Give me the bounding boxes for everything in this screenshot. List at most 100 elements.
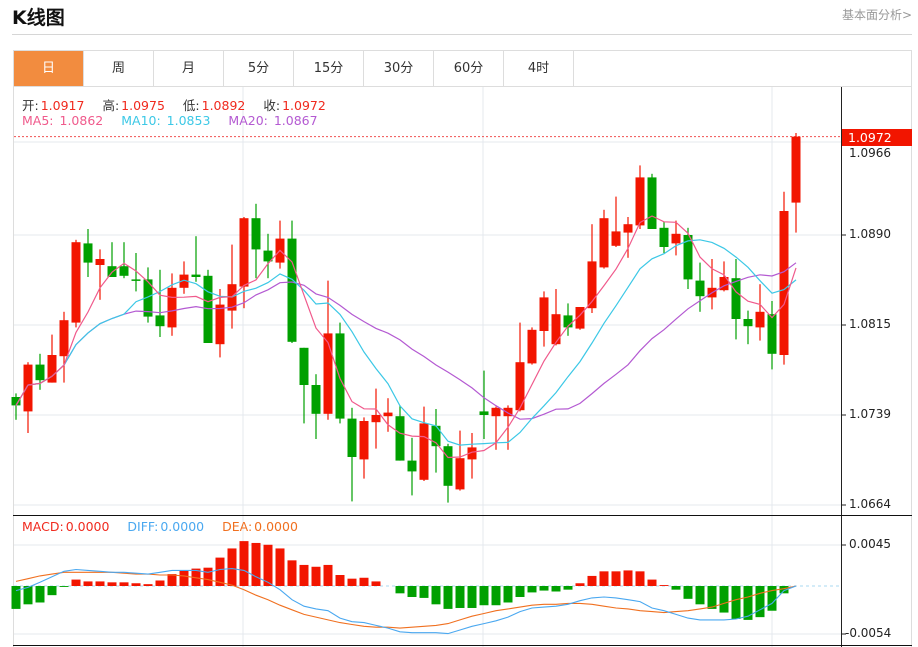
macd-bar: [503, 586, 513, 603]
price-axis-label: 1.0966: [849, 146, 891, 160]
macd-axis-label: -0.0054: [845, 626, 892, 640]
macd-bar: [167, 574, 177, 586]
candle-down: [335, 333, 345, 419]
close-value: 1.0972: [282, 98, 326, 113]
macd-bar: [95, 581, 105, 586]
current-price-tag: 1.0972: [842, 129, 912, 146]
open-label: 开:: [22, 98, 39, 113]
candle-up: [71, 242, 81, 323]
macd-bar: [527, 586, 537, 593]
macd-bar: [287, 560, 297, 586]
candle-up: [419, 423, 429, 480]
candle-down: [131, 279, 141, 281]
candle-down: [731, 278, 741, 319]
candle-up: [599, 218, 609, 268]
macd-bar: [359, 577, 369, 586]
candle-up: [59, 320, 69, 357]
macd-label: MACD:: [22, 519, 64, 534]
ma-info: MA5: 1.0862 MA10: 1.0853 MA20: 1.0867: [22, 113, 320, 128]
candle-up: [779, 211, 789, 355]
macd-bar: [479, 586, 489, 606]
macd-bar: [407, 586, 417, 597]
macd-bar: [203, 567, 213, 586]
macd-bar: [443, 586, 453, 609]
macd-bar: [263, 544, 273, 586]
candle-down: [647, 177, 657, 229]
candle-down: [155, 315, 165, 327]
macd-bar: [71, 579, 81, 586]
macd-bar: [587, 575, 597, 586]
candle-up: [239, 218, 249, 287]
candle-down: [443, 446, 453, 486]
dea-line: [15, 571, 797, 629]
candle-down: [743, 319, 753, 327]
low-label: 低:: [182, 98, 200, 113]
candle-up: [551, 314, 561, 345]
candle-down: [347, 418, 357, 457]
macd-bar: [83, 581, 93, 586]
macd-bar: [671, 586, 681, 590]
macd-bar: [647, 579, 657, 586]
candle-up: [455, 458, 465, 490]
close-label: 收:: [263, 98, 281, 113]
price-axis-label: 1.0815: [849, 317, 891, 331]
price-axis-label: 1.0890: [849, 227, 891, 241]
ma5-value: 1.0862: [59, 113, 104, 128]
candle-down: [119, 266, 129, 276]
macd-bar: [467, 586, 477, 608]
macd-bar: [59, 586, 69, 587]
high-label: 高:: [102, 98, 120, 113]
candle-up: [623, 224, 633, 233]
macd-bar: [575, 583, 585, 586]
macd-bar: [371, 581, 381, 586]
ohlc-info: 开: 1.0917 高: 1.0975 低: 1.0892 收: 1.0972: [22, 95, 328, 114]
macd-bar: [755, 586, 765, 618]
macd-bar: [719, 586, 729, 613]
candle-down: [299, 347, 309, 385]
macd-bar: [635, 571, 645, 586]
candle-up: [635, 177, 645, 226]
macd-bar: [623, 570, 633, 586]
ma5-label: MA5:: [22, 113, 54, 128]
macd-bar: [227, 548, 237, 586]
diff-value: 0.0000: [160, 519, 205, 534]
macd-bar: [539, 586, 549, 591]
candle-up: [359, 421, 369, 460]
macd-bar: [275, 548, 285, 586]
candle-down: [395, 416, 405, 461]
price-axis-label: 1.0664: [849, 497, 891, 511]
ma10-line: [15, 239, 797, 446]
macd-bar: [179, 570, 189, 586]
macd-bar: [35, 586, 45, 603]
macd-bar: [707, 586, 717, 609]
candle-up: [95, 259, 105, 265]
ma10-label: MA10:: [121, 113, 161, 128]
macd-bar: [731, 586, 741, 619]
macd-info: MACD: 0.0000 DIFF: 0.0000 DEA: 0.0000: [22, 519, 300, 534]
macd-bar: [155, 580, 165, 586]
candle-down: [311, 385, 321, 414]
dea-label: DEA:: [222, 519, 253, 534]
macd-bar: [659, 585, 669, 586]
candle-up: [671, 233, 681, 244]
macd-bar: [491, 586, 501, 606]
ma5-line: [15, 215, 797, 459]
candle-up: [527, 329, 537, 364]
candle-down: [203, 275, 213, 343]
candle-down: [191, 274, 201, 277]
diff-label: DIFF:: [127, 519, 159, 534]
macd-bar: [611, 571, 621, 586]
macd-bar: [131, 583, 141, 586]
candle-up: [791, 136, 801, 203]
candle-up: [539, 297, 549, 331]
candle-down: [767, 314, 777, 354]
diff-line: [15, 568, 797, 635]
candle-down: [695, 280, 705, 297]
candle-up: [755, 311, 765, 328]
candle-down: [287, 238, 297, 342]
candle-up: [371, 415, 381, 423]
macd-bar: [299, 564, 309, 586]
macd-bar: [683, 586, 693, 599]
macd-bar: [251, 542, 261, 586]
open-value: 1.0917: [40, 98, 85, 113]
